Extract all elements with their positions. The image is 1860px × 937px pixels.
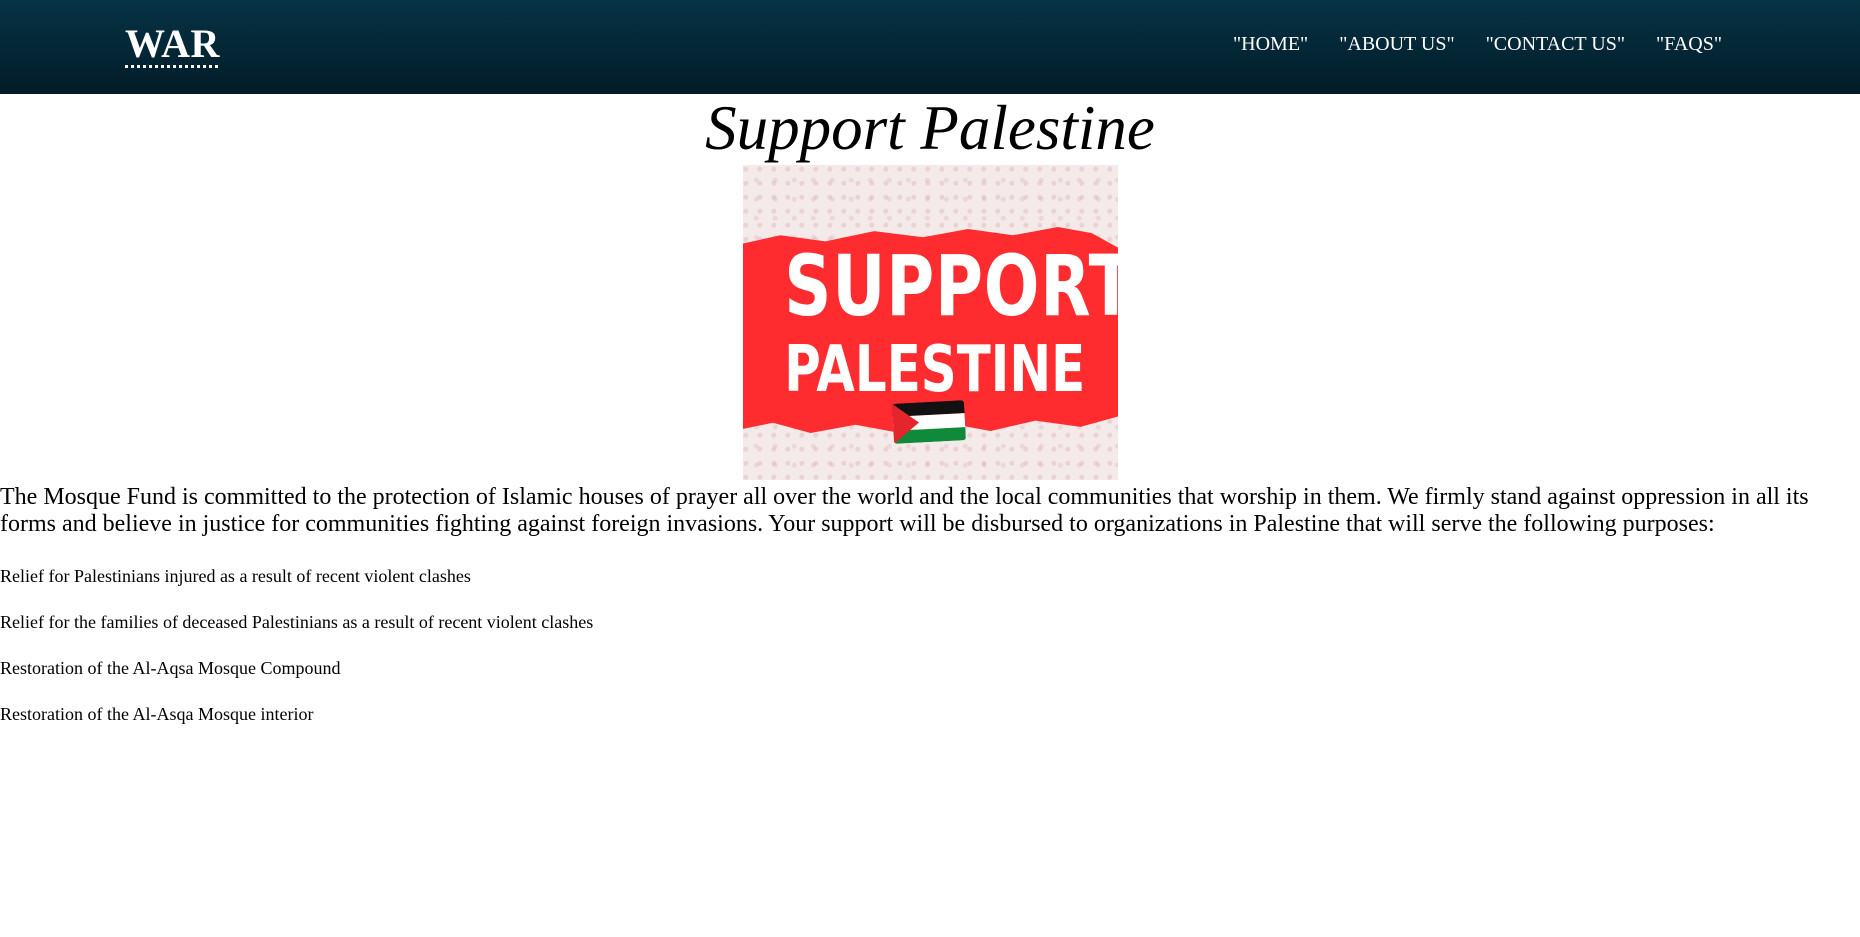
purpose-item: Relief for the families of deceased Pale… — [0, 612, 594, 632]
purpose-item: Restoration of the Al-Asqa Mosque interi… — [0, 704, 314, 724]
intro-paragraph: The Mosque Fund is committed to the prot… — [0, 484, 1809, 537]
purpose-item: Relief for Palestinians injured as a res… — [0, 566, 471, 586]
palestine-flag-icon — [892, 400, 966, 444]
support-palestine-image: SUPPORT PALESTINE — [743, 165, 1118, 480]
banner-text-support: SUPPORT — [784, 237, 1118, 335]
page-title: Support Palestine — [705, 93, 1155, 163]
banner-text-palestine: PALESTINE — [784, 333, 1086, 407]
purpose-item: Restoration of the Al-Aqsa Mosque Compou… — [0, 658, 341, 678]
